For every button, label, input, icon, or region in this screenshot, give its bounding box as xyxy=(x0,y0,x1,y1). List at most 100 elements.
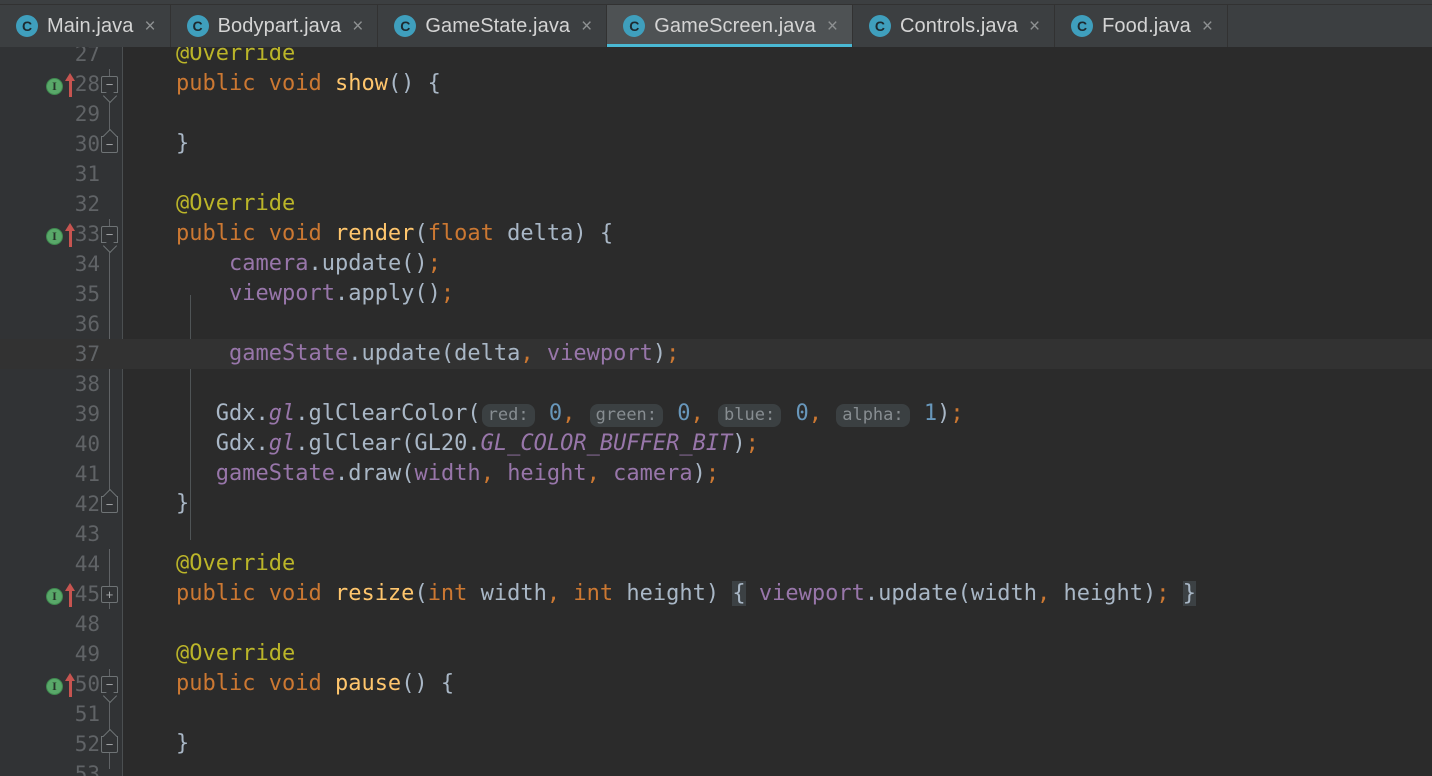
implements-glyph: I xyxy=(46,78,63,95)
line-number: 29 xyxy=(74,102,100,126)
editor-tab-bar: C Main.java × C Bodypart.java × C GameSt… xyxy=(0,5,1432,47)
code-line-40[interactable]: 40 Gdx.gl.glClear(GL20.GL_COLOR_BUFFER_B… xyxy=(0,429,1432,459)
fold-expand-icon[interactable]: + xyxy=(101,586,118,603)
implementing-method-icon[interactable]: I xyxy=(46,73,86,97)
code-line-33[interactable]: 33 I − public void render(float delta) { xyxy=(0,219,1432,249)
code-text: public void show() { xyxy=(176,71,441,96)
override-arrow-icon xyxy=(65,223,76,247)
line-number: 31 xyxy=(74,162,100,186)
code-line-38[interactable]: 38 xyxy=(0,369,1432,399)
code-line-53[interactable]: 53 xyxy=(0,759,1432,776)
fold-collapse-icon[interactable]: − xyxy=(101,226,118,243)
fold-collapse-icon[interactable]: − xyxy=(101,136,118,153)
code-line-37[interactable]: 37 gameState.update(delta, viewport); xyxy=(0,339,1432,369)
inlay-hint-blue[interactable]: blue: xyxy=(718,404,782,427)
editor-tab-food-java[interactable]: C Food.java × xyxy=(1055,5,1228,47)
editor-tab-controls-java[interactable]: C Controls.java × xyxy=(852,5,1056,47)
code-line-29[interactable]: 29 xyxy=(0,99,1432,129)
code-line-34[interactable]: 34 camera.update(); xyxy=(0,249,1432,279)
fold-collapse-icon[interactable]: − xyxy=(101,76,118,93)
close-icon[interactable]: × xyxy=(1202,17,1213,36)
code-line-42[interactable]: 42 − } xyxy=(0,489,1432,519)
code-line-52[interactable]: 52 − } xyxy=(0,729,1432,759)
code-line-35[interactable]: 35 viewport.apply(); xyxy=(0,279,1432,309)
override-arrow-icon xyxy=(65,73,76,97)
editor-tab-label: Food.java xyxy=(1102,14,1191,37)
code-line-39[interactable]: 39 Gdx.gl.glClearColor(red: 0, green: 0,… xyxy=(0,399,1432,429)
inlay-hint-red[interactable]: red: xyxy=(481,404,535,427)
code-text: } xyxy=(176,731,190,756)
folded-region-open[interactable]: { xyxy=(732,581,746,606)
code-editor[interactable]: 27 @Override 28 I − public void show() {… xyxy=(0,47,1432,776)
implementing-method-icon[interactable]: I xyxy=(46,223,86,247)
implements-glyph: I xyxy=(46,228,63,245)
code-line-36[interactable]: 36 xyxy=(0,309,1432,339)
close-icon[interactable]: × xyxy=(145,17,156,36)
line-number: 34 xyxy=(74,252,100,276)
line-number: 44 xyxy=(74,552,100,576)
code-text: @Override xyxy=(176,551,296,576)
editor-tab-main-java[interactable]: C Main.java × xyxy=(0,5,171,47)
editor-tab-label: GameState.java xyxy=(425,14,571,37)
code-text: public void render(float delta) { xyxy=(176,221,614,246)
editor-tab-label: Main.java xyxy=(47,14,134,37)
java-class-icon: C xyxy=(1071,15,1094,37)
implements-glyph: I xyxy=(46,678,63,695)
java-class-icon: C xyxy=(16,15,38,37)
line-number: 43 xyxy=(74,522,100,546)
code-line-30[interactable]: 30 − } xyxy=(0,129,1432,159)
editor-tab-label: Controls.java xyxy=(899,14,1018,37)
java-class-icon: C xyxy=(394,15,417,37)
code-text: Gdx.gl.glClear(GL20.GL_COLOR_BUFFER_BIT)… xyxy=(176,431,759,456)
inlay-hint-alpha[interactable]: alpha: xyxy=(836,404,910,427)
code-line-32[interactable]: 32 @Override xyxy=(0,189,1432,219)
editor-tab-label: Bodypart.java xyxy=(217,14,342,37)
line-number: 35 xyxy=(74,282,100,306)
code-line-27[interactable]: 27 @Override xyxy=(0,47,1432,69)
code-line-48[interactable]: 48 xyxy=(0,609,1432,639)
code-line-49[interactable]: 49 @Override xyxy=(0,639,1432,669)
editor-tab-bodypart-java[interactable]: C Bodypart.java × xyxy=(170,5,379,47)
close-icon[interactable]: × xyxy=(1029,17,1040,36)
code-text: gameState.update(delta, viewport); xyxy=(228,341,680,366)
folded-region-close[interactable]: } xyxy=(1182,581,1197,606)
fold-collapse-icon[interactable]: − xyxy=(101,676,118,693)
fold-collapse-icon[interactable]: − xyxy=(101,736,118,753)
line-number: 32 xyxy=(74,192,100,216)
implementing-method-icon[interactable]: I xyxy=(46,583,86,607)
close-icon[interactable]: × xyxy=(581,17,592,36)
close-icon[interactable]: × xyxy=(352,17,363,36)
code-text: } xyxy=(176,131,190,156)
line-number: 41 xyxy=(74,462,100,486)
line-number: 39 xyxy=(74,402,100,426)
code-text: camera.update(); xyxy=(228,251,441,276)
code-text: public void resize(int width, int height… xyxy=(176,581,1197,606)
code-text: Gdx.gl.glClearColor(red: 0, green: 0, bl… xyxy=(176,401,964,427)
java-class-icon: C xyxy=(186,15,209,37)
inlay-hint-green[interactable]: green: xyxy=(589,404,664,427)
code-text: viewport.apply(); xyxy=(228,281,455,306)
editor-tab-gamescreen-java[interactable]: C GameScreen.java × xyxy=(607,5,853,47)
override-arrow-icon xyxy=(65,583,76,607)
override-arrow-icon xyxy=(65,673,76,697)
code-text: gameState.draw(width, height, camera); xyxy=(215,461,720,486)
line-number: 52 xyxy=(74,732,100,756)
implementing-method-icon[interactable]: I xyxy=(46,673,86,697)
code-text: @Override xyxy=(176,47,296,66)
code-line-45[interactable]: 45 I + public void resize(int width, int… xyxy=(0,579,1432,609)
code-line-31[interactable]: 31 xyxy=(0,159,1432,189)
editor-tab-gamestate-java[interactable]: C GameState.java × xyxy=(378,5,608,47)
code-line-43[interactable]: 43 xyxy=(0,519,1432,549)
code-line-28[interactable]: 28 I − public void show() { xyxy=(0,69,1432,99)
line-number: 49 xyxy=(74,642,100,666)
close-icon[interactable]: × xyxy=(827,17,838,36)
fold-collapse-icon[interactable]: − xyxy=(101,496,118,513)
line-number: 30 xyxy=(74,132,100,156)
code-text: @Override xyxy=(176,191,296,216)
code-line-44[interactable]: 44 @Override xyxy=(0,549,1432,579)
line-number: 48 xyxy=(74,612,100,636)
code-line-50[interactable]: 50 I − public void pause() { xyxy=(0,669,1432,699)
code-line-41[interactable]: 41 gameState.draw(width, height, camera)… xyxy=(0,459,1432,489)
line-number: 40 xyxy=(74,432,100,456)
code-line-51[interactable]: 51 xyxy=(0,699,1432,729)
